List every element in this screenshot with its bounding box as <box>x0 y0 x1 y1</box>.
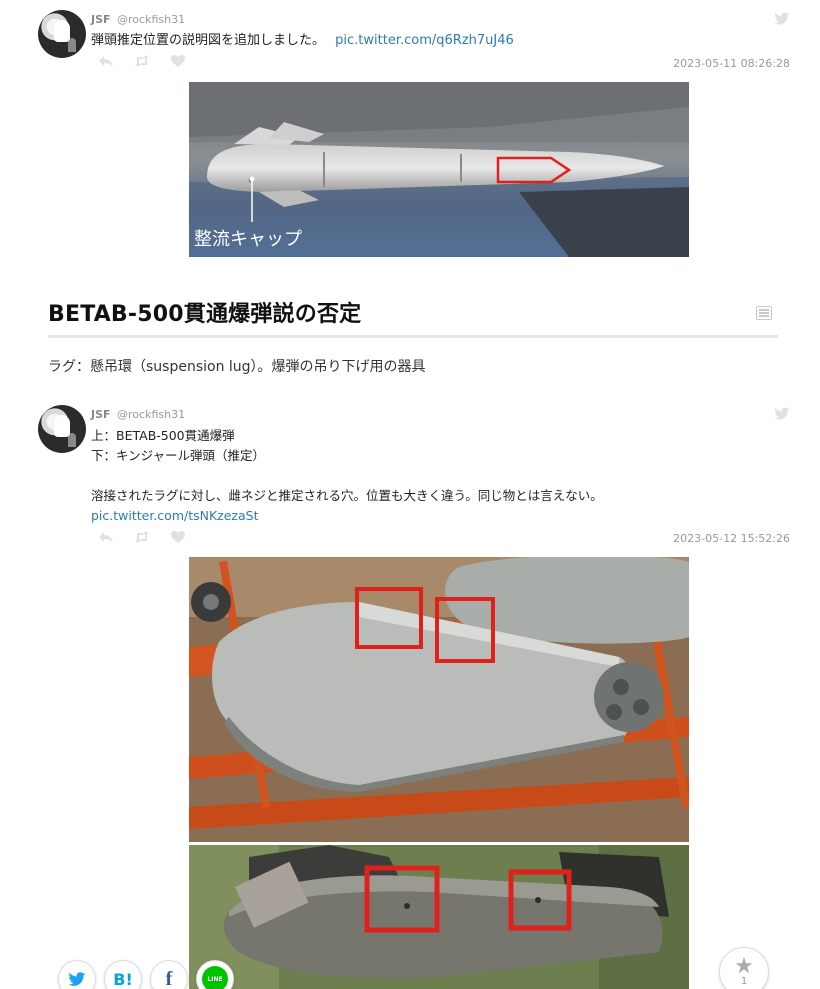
tweet-photo-missile[interactable]: 整流キャップ <box>189 82 689 257</box>
line-label: LINE <box>207 975 223 983</box>
share-bar: B! f LINE <box>58 960 234 989</box>
tweet-line-3: 溶接されたラグに対し、雌ネジと推定される穴。位置も大きく違う。同じ物とは言えない… <box>91 488 603 503</box>
tweet-1: JSF @rockfish31 弾頭推定位置の説明図を追加しました。 pic.t… <box>38 10 790 72</box>
author-name[interactable]: JSF <box>91 13 111 26</box>
avatar[interactable] <box>38 10 86 58</box>
tweet-line-2: 下：キンジャール弾頭（推定） <box>91 448 266 463</box>
body-paragraph: ラグ：懸吊環（suspension lug）。爆弾の吊り下げ用の器具 <box>48 359 426 375</box>
facebook-share-button[interactable]: f <box>150 960 188 989</box>
twitter-bird-icon <box>68 971 86 986</box>
like-icon[interactable] <box>170 530 186 544</box>
twitter-share-button[interactable] <box>58 960 96 989</box>
author-handle[interactable]: @rockfish31 <box>117 408 185 421</box>
photo-caption: 整流キャップ <box>194 229 302 250</box>
tweet-text: 弾頭推定位置の説明図を追加しました。 pic.twitter.com/q6Rzh… <box>91 31 514 51</box>
reply-icon[interactable] <box>98 530 114 544</box>
hatena-label: B! <box>113 969 133 989</box>
tweet-actions <box>98 54 186 68</box>
retweet-icon[interactable] <box>134 54 150 68</box>
missile-illustration: 整流キャップ <box>189 82 689 257</box>
tweet-timestamp[interactable]: 2023-05-12 15:52:26 <box>673 532 790 545</box>
hatena-bookmark-button[interactable]: B! <box>104 960 142 989</box>
facebook-label: f <box>165 967 173 989</box>
tweet-actions <box>98 530 186 544</box>
twitter-bird-icon[interactable] <box>774 407 790 421</box>
section-heading: BETAB-500貫通爆弾説の否定 <box>48 296 778 338</box>
tweet-header: JSF @rockfish31 <box>91 408 185 421</box>
section-title: BETAB-500貫通爆弾説の否定 <box>48 302 362 327</box>
tweet-2: JSF @rockfish31 上：BETAB-500貫通爆弾 下：キンジャール… <box>38 405 790 547</box>
tweet-photo-bombs[interactable] <box>189 557 689 989</box>
reply-icon[interactable] <box>98 54 114 68</box>
star-count: 1 <box>740 976 748 987</box>
tweet-link[interactable]: pic.twitter.com/tsNKzezaSt <box>91 508 259 523</box>
star-button[interactable]: ★ 1 <box>719 947 769 989</box>
line-share-button[interactable]: LINE <box>196 960 234 989</box>
bomb-comparison-illustration <box>189 557 689 989</box>
tweet-timestamp[interactable]: 2023-05-11 08:26:28 <box>673 57 790 70</box>
author-name[interactable]: JSF <box>91 408 111 421</box>
author-handle[interactable]: @rockfish31 <box>117 13 185 26</box>
tweet-text-body: 弾頭推定位置の説明図を追加しました。 <box>91 33 326 48</box>
avatar[interactable] <box>38 405 86 453</box>
tweet-link[interactable]: pic.twitter.com/q6Rzh7uJ46 <box>335 33 514 48</box>
retweet-icon[interactable] <box>134 530 150 544</box>
list-icon[interactable] <box>756 306 772 320</box>
twitter-bird-icon[interactable] <box>774 12 790 26</box>
like-icon[interactable] <box>170 54 186 68</box>
tweet-text: 上：BETAB-500貫通爆弾 下：キンジャール弾頭（推定） 溶接されたラグに対… <box>91 426 603 526</box>
line-icon: LINE <box>202 966 228 989</box>
tweet-line-1: 上：BETAB-500貫通爆弾 <box>91 428 235 443</box>
tweet-header: JSF @rockfish31 <box>91 13 185 26</box>
